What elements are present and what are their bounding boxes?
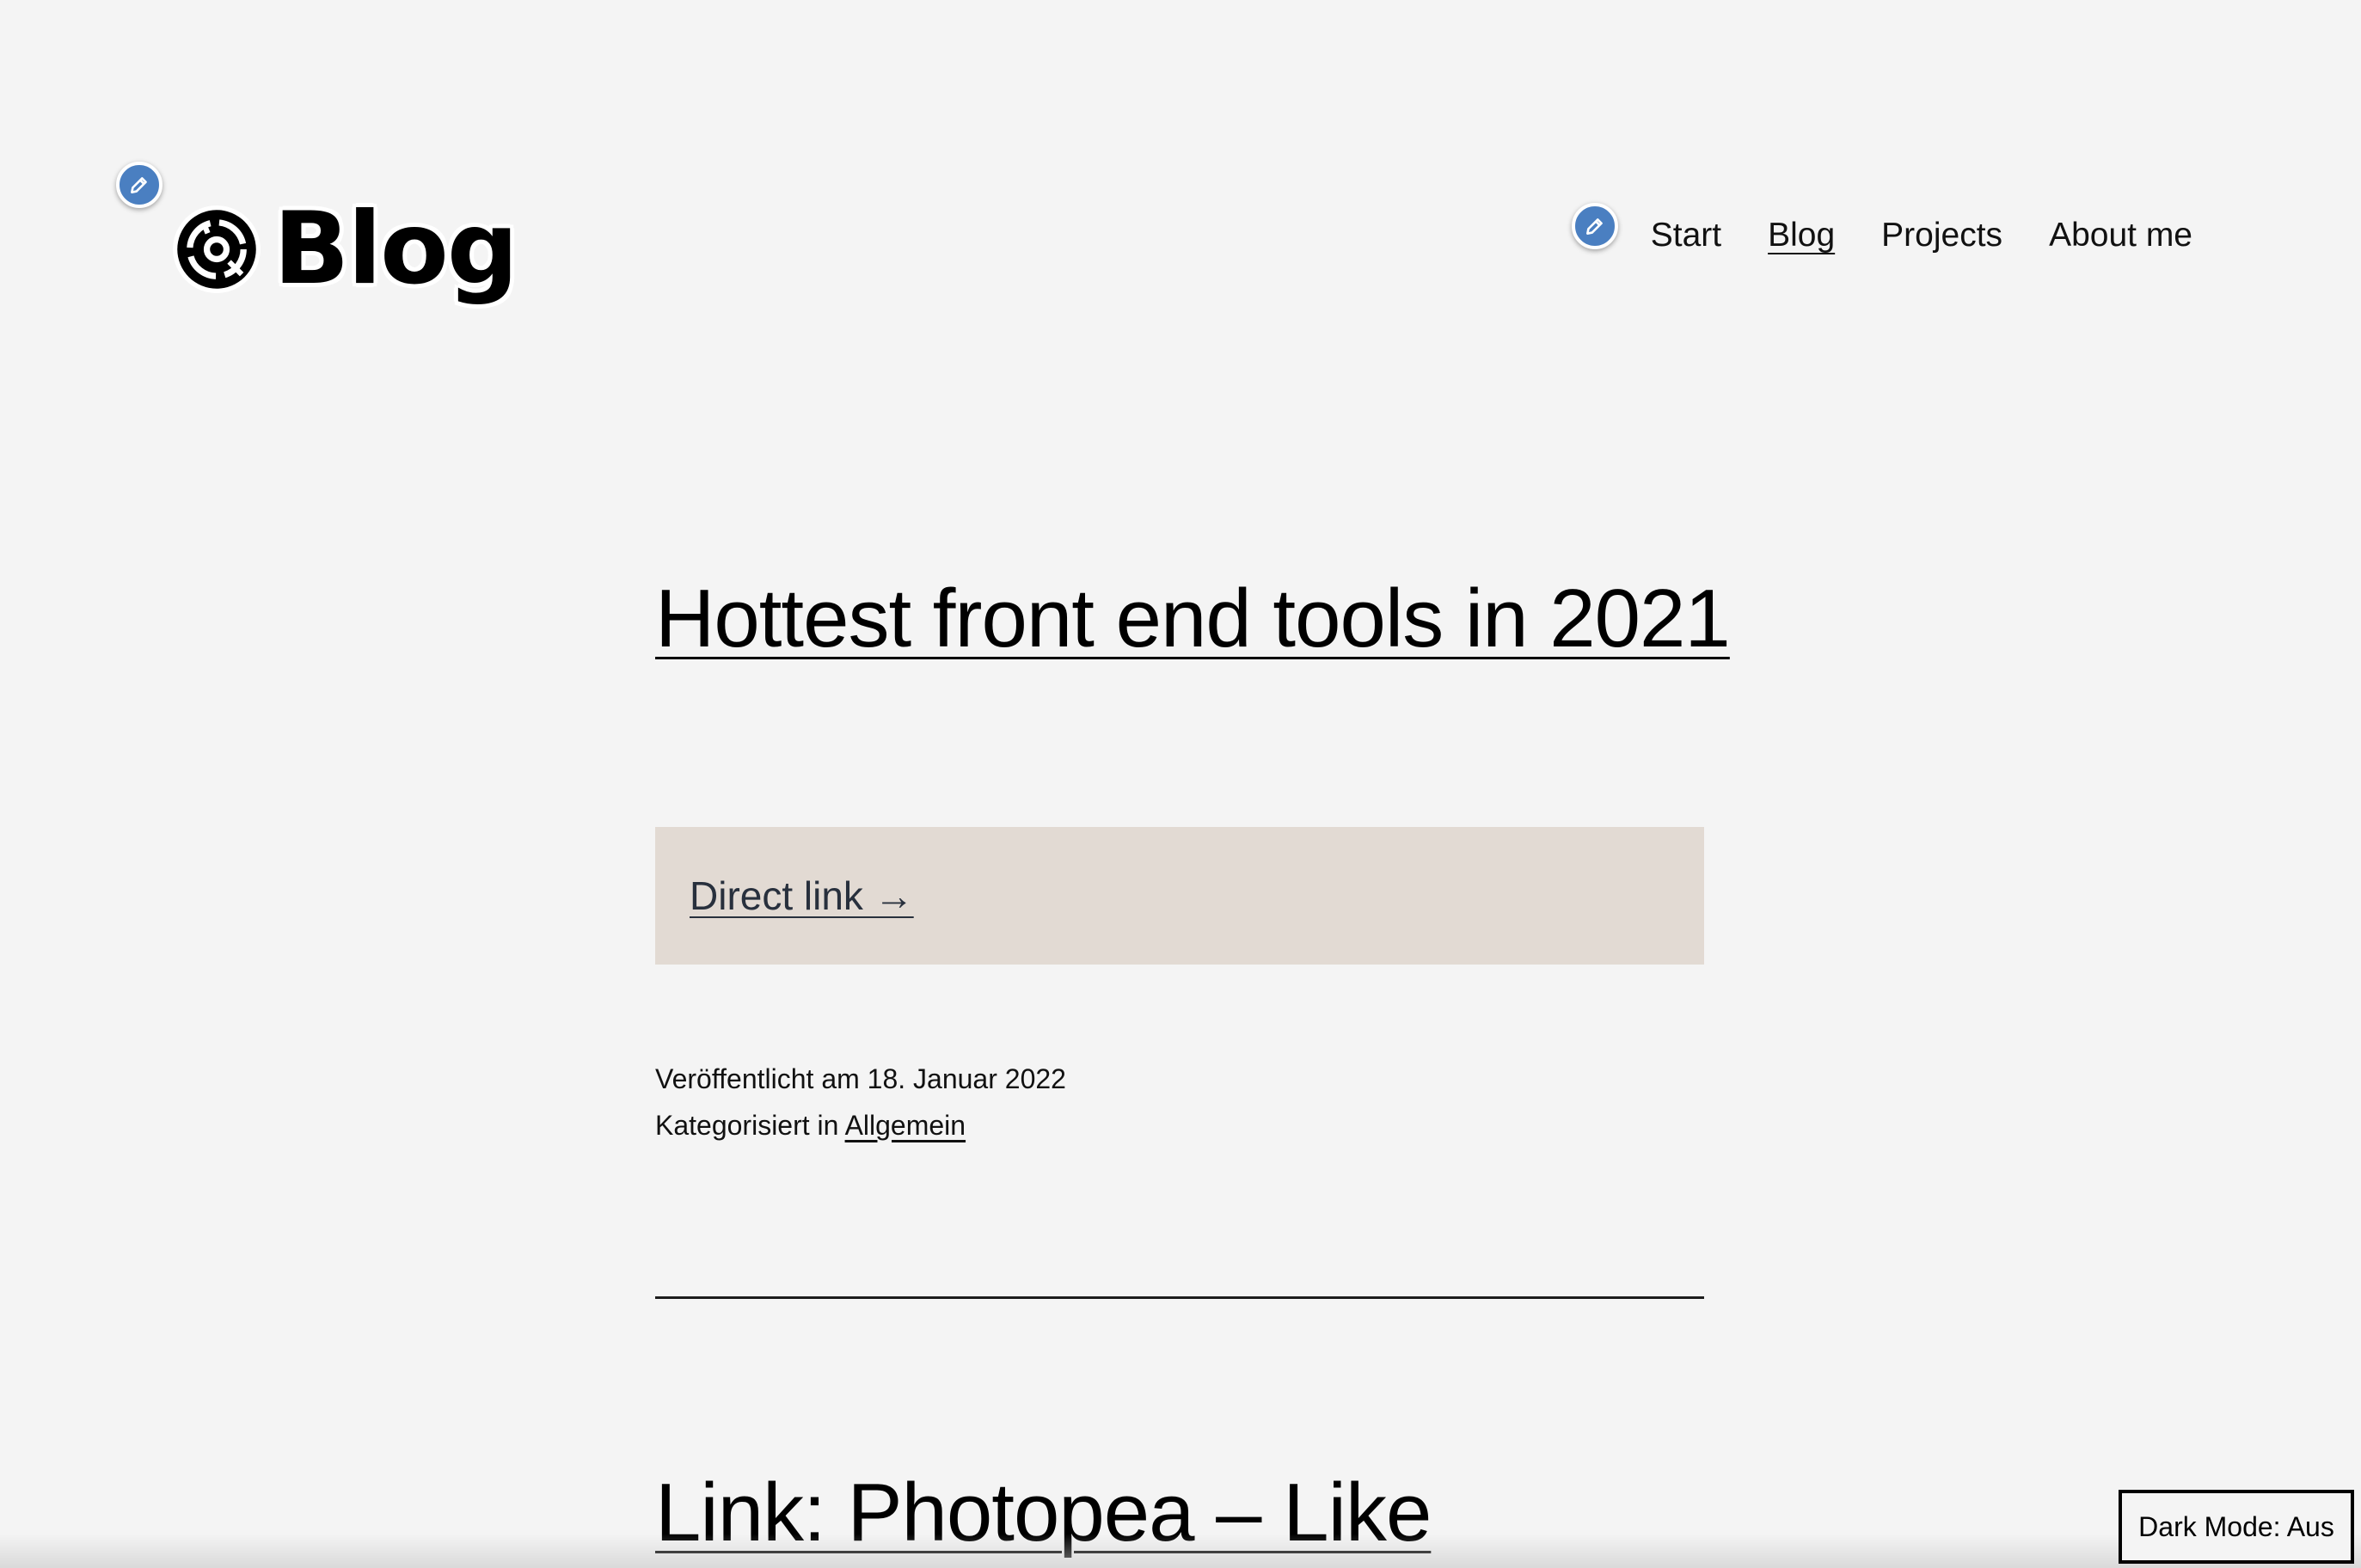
direct-link[interactable]: Direct link →: [690, 873, 914, 919]
pencil-icon: [131, 177, 147, 193]
post-category-link[interactable]: Allgemein: [845, 1110, 966, 1141]
post-title-link[interactable]: Hottest front end tools in 2021: [655, 573, 1731, 665]
post-meta: Veröffentlicht am 18. Januar 2022 Katego…: [655, 1056, 1066, 1148]
post-separator: [655, 1296, 1704, 1299]
nav-item-projects[interactable]: Projects: [1881, 217, 2002, 254]
camera-lens-logo-icon: [173, 205, 261, 293]
post-category-line: Kategorisiert in Allgemein: [655, 1102, 1066, 1148]
site-title: Blog: [273, 191, 518, 307]
site-logo[interactable]: Blog: [172, 189, 518, 309]
nav-item-blog[interactable]: Blog: [1768, 217, 1835, 254]
page: Blog Start Blog Projects About me Hottes…: [0, 0, 2361, 1568]
nav-item-about-me[interactable]: About me: [2049, 217, 2192, 254]
post-category-prefix: Kategorisiert in: [655, 1110, 845, 1141]
post-published-date: Veröffentlicht am 18. Januar 2022: [655, 1063, 1066, 1094]
nav-item-start[interactable]: Start: [1651, 217, 1721, 254]
pencil-icon: [1586, 218, 1603, 235]
dark-mode-toggle[interactable]: Dark Mode: Aus: [2119, 1490, 2354, 1564]
post-link-box: Direct link →: [655, 827, 1704, 965]
post-title-link[interactable]: Link: Photopea – Like: [655, 1467, 1432, 1559]
edit-menu-shortcut[interactable]: [1572, 203, 1618, 249]
primary-navigation: Start Blog Projects About me: [1651, 217, 2192, 254]
post-title: Link: Photopea – Like: [655, 1460, 1773, 1566]
post-title: Hottest front end tools in 2021: [655, 566, 1773, 672]
edit-logo-shortcut[interactable]: [116, 162, 163, 208]
